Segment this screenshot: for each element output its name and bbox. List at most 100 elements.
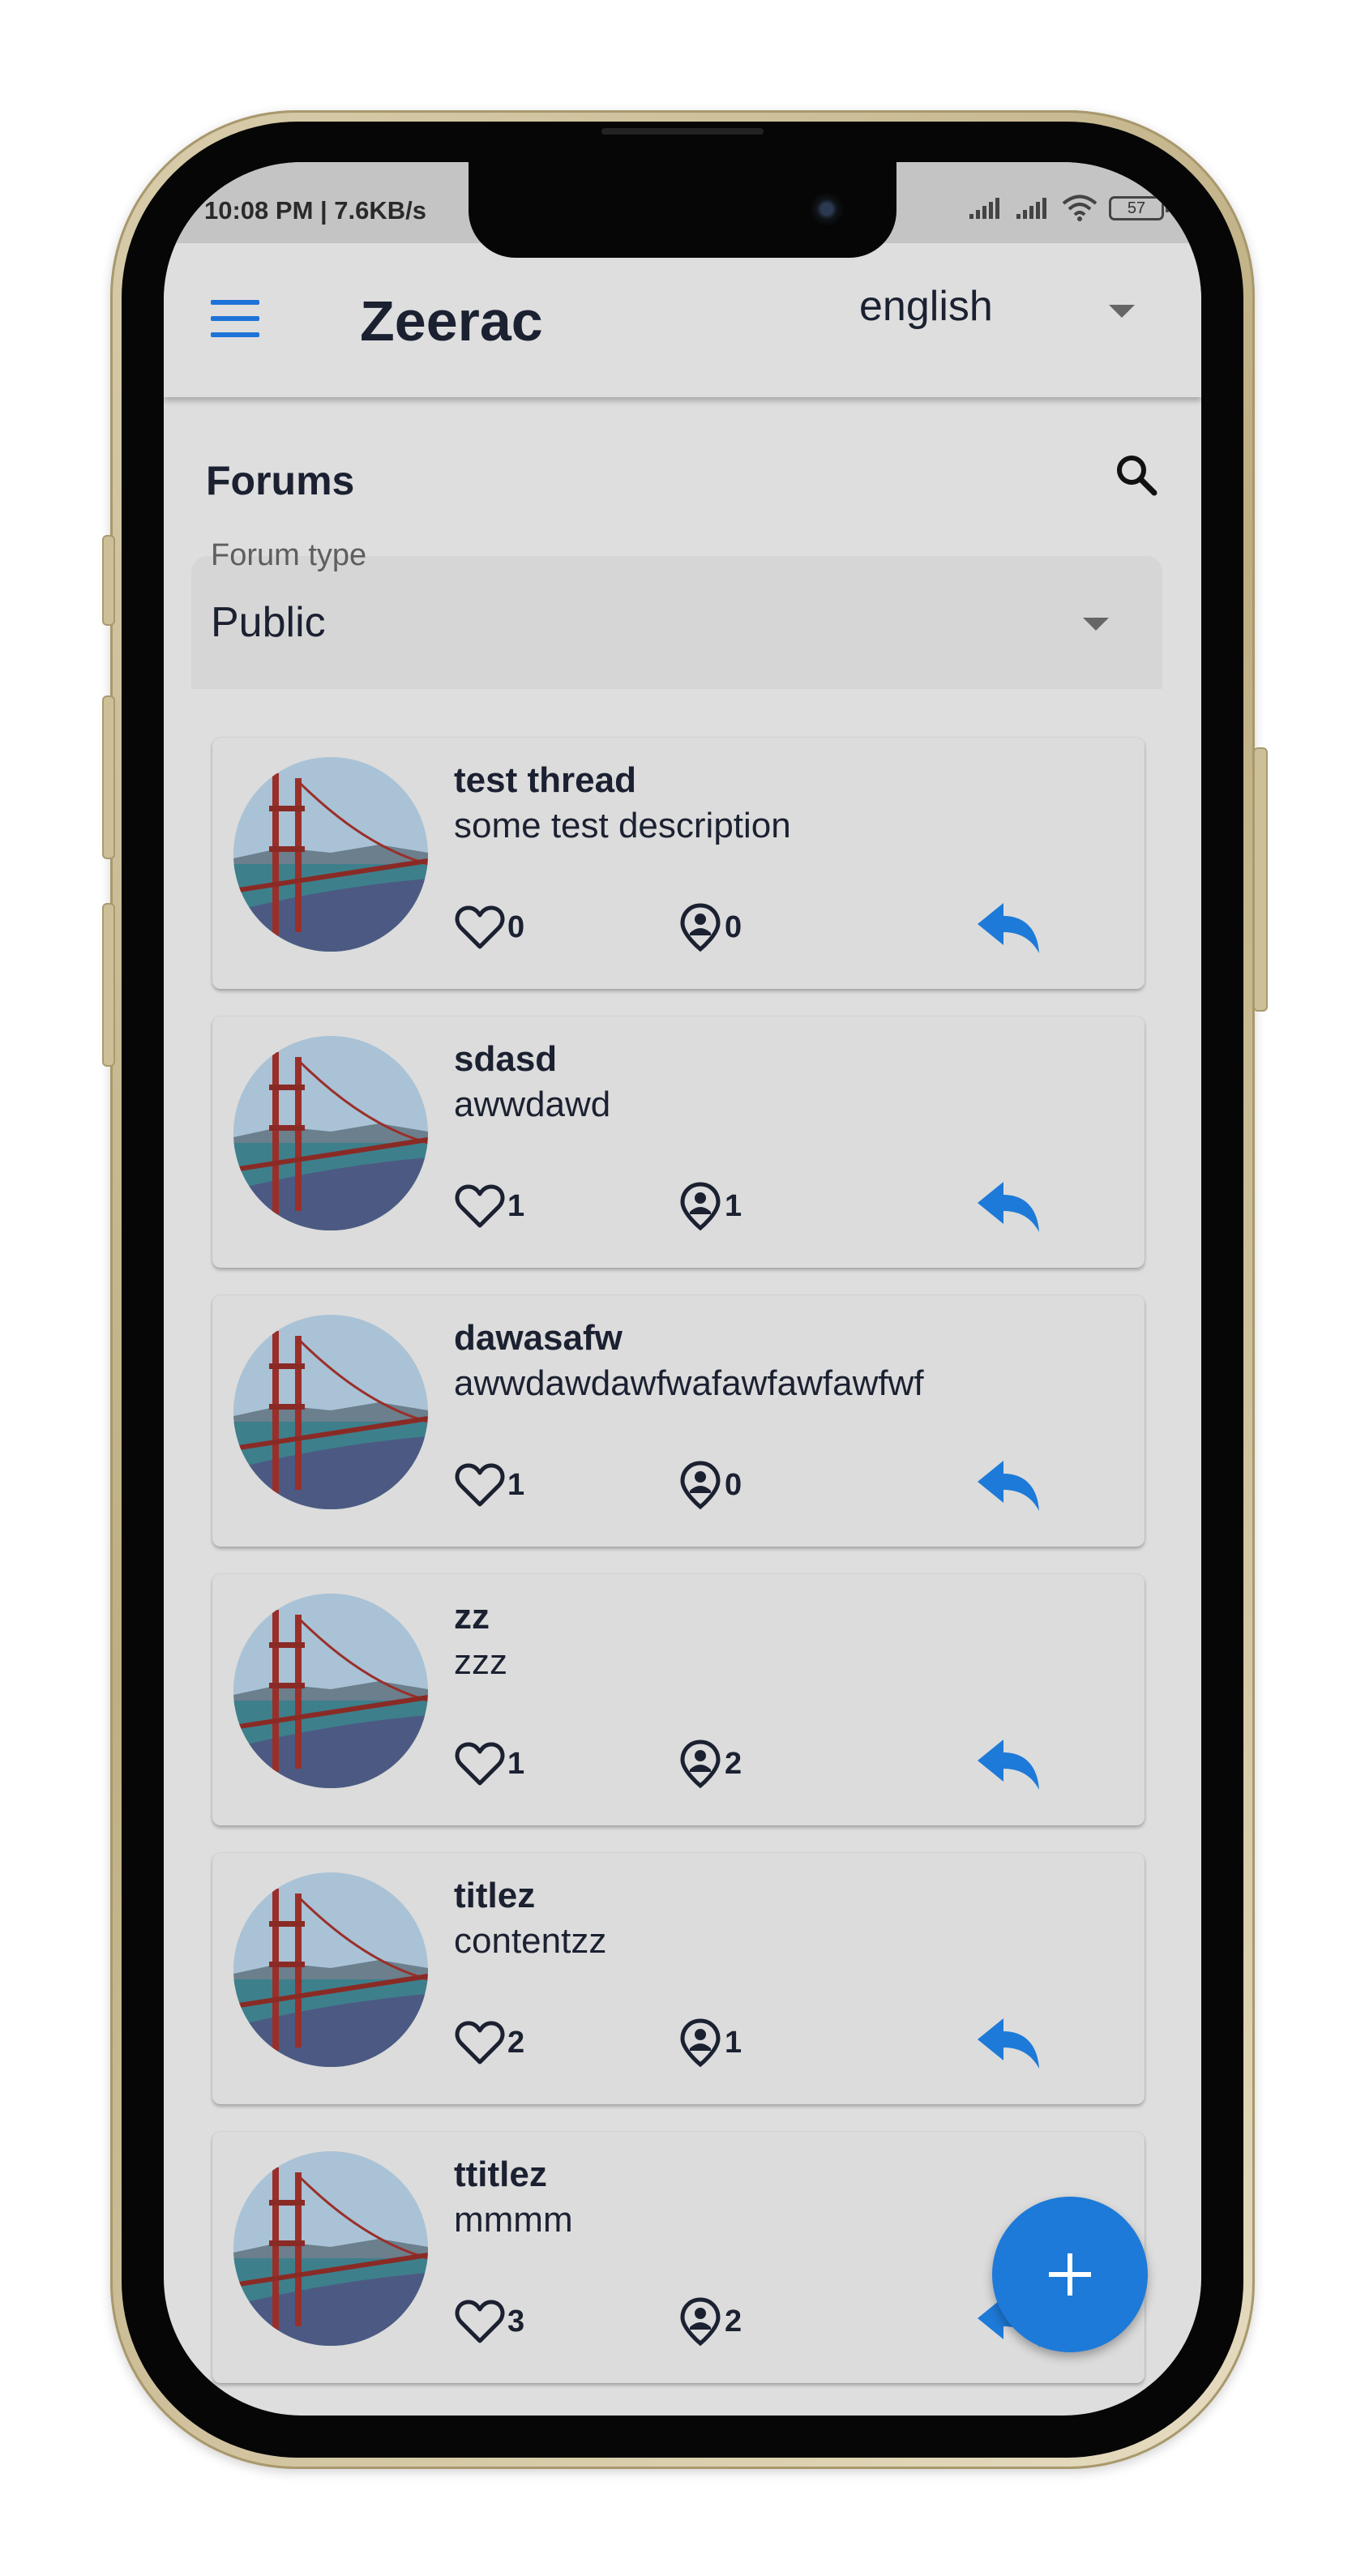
battery-icon: 57 (1109, 196, 1169, 220)
members-stat: 0 (679, 903, 742, 952)
like-count: 1 (507, 1467, 525, 1502)
member-count: 1 (725, 2025, 742, 2060)
thread-description: zzz (454, 1642, 507, 1682)
thread-title: dawasafw (454, 1318, 623, 1358)
reply-button[interactable] (974, 900, 1042, 958)
search-button[interactable] (1112, 451, 1161, 499)
person-pin-icon (680, 1739, 721, 1789)
like-count: 1 (507, 1188, 525, 1223)
thread-card[interactable]: test thread some test description 0 0 (212, 738, 1145, 989)
person-pin-icon (680, 1461, 721, 1510)
bridge-image (233, 1036, 428, 1230)
thread-card[interactable]: zz zzz 1 2 (212, 1574, 1145, 1825)
reply-arrow-icon (978, 1461, 1039, 1511)
thread-description: contentzz (454, 1921, 607, 1961)
thread-avatar (233, 1315, 428, 1509)
volume-up-button (102, 695, 115, 859)
signal-icon (969, 198, 999, 219)
person-pin-icon (680, 2018, 721, 2068)
power-button (1253, 747, 1268, 1012)
thread-card[interactable]: titlez contentzz 2 1 (212, 1853, 1145, 2104)
member-count: 2 (725, 2304, 742, 2339)
status-time-speed: 10:08 PM | 7.6KB/s (204, 196, 427, 225)
reply-button[interactable] (974, 1457, 1042, 1516)
thread-description: some test description (454, 806, 791, 845)
bridge-image (233, 757, 428, 952)
thread-description: awwdawd (454, 1085, 611, 1124)
thread-description: awwdawdawfwafawfawfawfwf (454, 1363, 924, 1403)
like-button[interactable]: 1 (454, 1461, 524, 1509)
like-button[interactable]: 2 (454, 2018, 524, 2067)
person-pin-icon (680, 903, 721, 952)
wifi-icon (1062, 195, 1098, 221)
thread-title: ttitlez (454, 2155, 547, 2194)
forum-type-label: Forum type (211, 538, 367, 572)
search-icon (1117, 456, 1157, 496)
signal-icon (1016, 198, 1046, 219)
reply-button[interactable] (974, 2015, 1042, 2073)
mute-switch (102, 535, 115, 626)
thread-avatar (233, 2151, 428, 2346)
screen: 10:08 PM | 7.6KB/s 57 Zeerac english For… (164, 162, 1201, 2416)
like-count: 3 (507, 2304, 525, 2339)
thread-title: zz (454, 1597, 490, 1637)
heart-outline-icon (455, 1463, 505, 1507)
members-stat: 2 (679, 1739, 742, 1789)
language-select[interactable]: english (859, 282, 1167, 347)
app-bar: Zeerac english (164, 243, 1201, 397)
members-stat: 1 (679, 1182, 742, 1231)
member-count: 2 (725, 1746, 742, 1781)
member-count: 0 (725, 909, 742, 944)
heart-outline-icon (455, 1184, 505, 1228)
app-title: Zeerac (360, 289, 543, 353)
thread-avatar (233, 1872, 428, 2067)
bridge-image (233, 1872, 428, 2067)
thread-title: sdasd (454, 1039, 558, 1079)
chevron-down-icon (1083, 618, 1109, 631)
thread-avatar (233, 1594, 428, 1788)
language-value: english (859, 283, 993, 330)
like-count: 1 (507, 1746, 525, 1781)
heart-outline-icon (455, 1742, 505, 1786)
reply-arrow-icon (978, 2018, 1039, 2069)
thread-card[interactable]: sdasd awwdawd 1 1 (212, 1016, 1145, 1268)
earpiece-speaker (601, 128, 764, 135)
member-count: 1 (725, 1188, 742, 1223)
members-stat: 2 (679, 2297, 742, 2347)
reply-button[interactable] (974, 1736, 1042, 1795)
battery-level: 57 (1127, 199, 1146, 217)
person-pin-icon (680, 2297, 721, 2347)
members-stat: 0 (679, 1461, 742, 1510)
like-count: 2 (507, 2025, 525, 2060)
like-button[interactable]: 0 (454, 903, 524, 952)
thread-title: test thread (454, 760, 636, 800)
like-button[interactable]: 3 (454, 2297, 524, 2346)
heart-outline-icon (455, 2300, 505, 2343)
thread-card[interactable]: dawasafw awwdawdawfwafawfawfawfwf 1 0 (212, 1295, 1145, 1547)
reply-button[interactable] (974, 1179, 1042, 1237)
person-pin-icon (680, 1182, 721, 1231)
bridge-image (233, 2151, 428, 2346)
reply-arrow-icon (978, 1182, 1039, 1232)
chevron-down-icon (1109, 305, 1135, 318)
notch (469, 162, 896, 258)
menu-button[interactable] (206, 297, 264, 345)
like-button[interactable]: 1 (454, 1739, 524, 1788)
front-camera (809, 191, 845, 227)
volume-down-button (102, 903, 115, 1067)
members-stat: 1 (679, 2018, 742, 2068)
thread-description: mmmm (454, 2200, 573, 2240)
status-icons: 57 (968, 195, 1169, 222)
heart-outline-icon (455, 905, 505, 949)
like-count: 0 (507, 909, 525, 944)
thread-avatar (233, 757, 428, 952)
page-title: Forums (206, 458, 355, 503)
thread-avatar (233, 1036, 428, 1230)
member-count: 0 (725, 1467, 742, 1502)
add-thread-button[interactable] (992, 2197, 1148, 2352)
like-button[interactable]: 1 (454, 1182, 524, 1230)
bridge-image (233, 1594, 428, 1788)
bridge-image (233, 1315, 428, 1509)
thread-title: titlez (454, 1876, 536, 1915)
forum-type-select[interactable]: Forum type Public (191, 538, 1162, 689)
